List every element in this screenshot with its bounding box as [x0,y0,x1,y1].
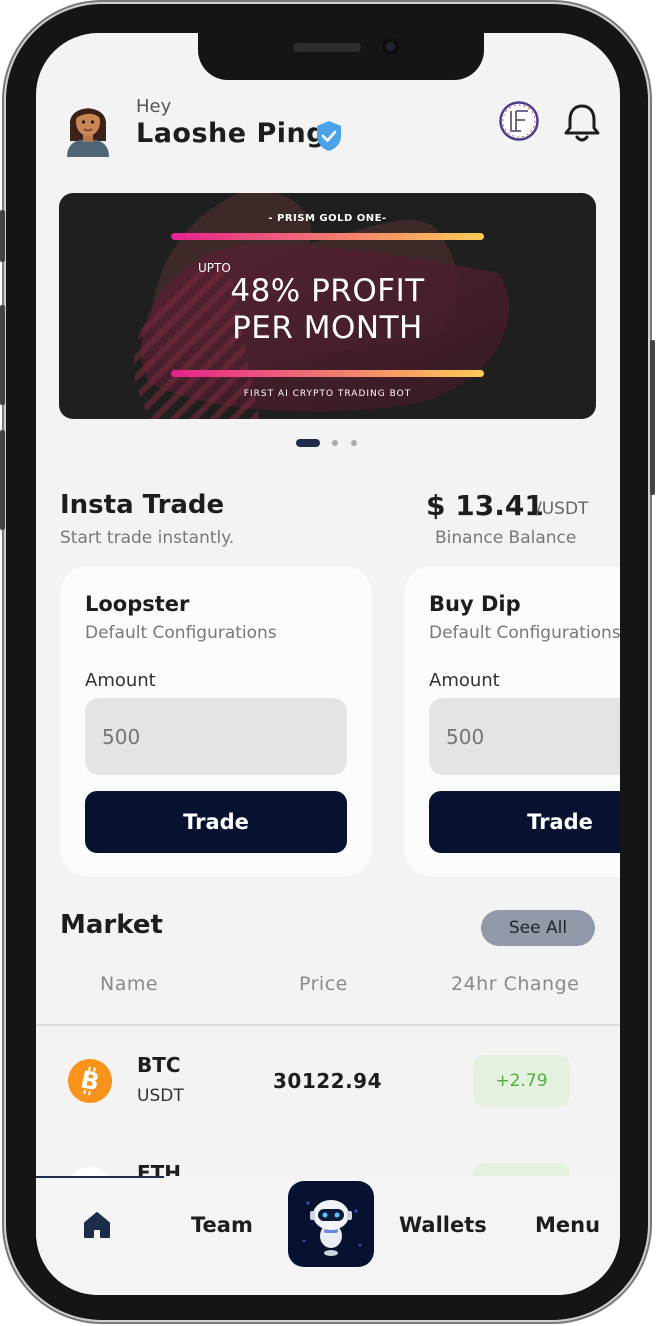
card-title: Buy Dip [429,592,521,616]
carousel-dot-active[interactable] [296,439,320,447]
volume-down-button [0,430,5,530]
balance-unit: /USDT [536,499,589,519]
home-icon[interactable] [81,1209,113,1241]
divider [36,1024,620,1026]
column-header-change: 24hr Change [451,973,580,995]
coin-symbol: BTC [137,1053,181,1077]
market-title: Market [60,910,163,940]
column-header-name: Name [100,973,159,995]
notch [198,33,484,80]
trade-button[interactable]: Trade [85,791,347,853]
column-header-price: Price [299,973,348,995]
banner-bottom-bar [171,370,484,377]
carousel-dot[interactable] [351,440,357,446]
app-screen: Hey Laoshe Ping - PRISM GOLD ONE- UPTO 4… [36,33,620,1295]
banner-footer: FIRST AI CRYPTO TRADING BOT [243,389,412,399]
amount-label: Amount [429,670,500,691]
card-subtitle: Default Configurations [429,623,620,643]
robot-icon[interactable] [288,1181,374,1267]
trade-card-loopster: Loopster Default Configurations Amount T… [60,566,372,877]
coin-quote: USDT [137,1086,184,1106]
mute-switch [0,210,5,262]
camera [382,38,399,55]
amount-input[interactable] [85,698,347,775]
banner-headline-2: PER MONTH [232,310,423,346]
coin-price: 30122.94 [273,1069,383,1093]
banner-headline-1: 48% PROFIT [230,273,425,309]
trade-card-buy-dip: Buy Dip Default Configurations Amount Tr… [404,566,620,877]
greeting: Hey [136,96,172,117]
trade-button[interactable]: Trade [429,791,620,853]
carousel-dot[interactable] [332,440,338,446]
robot-illustration [302,1200,362,1256]
insta-trade-subtitle: Start trade instantly. [60,528,235,548]
avatar[interactable] [64,95,112,157]
balance-amount: $ 13.41 [426,489,544,522]
banner-top-bar [171,233,484,240]
insta-trade-title: Insta Trade [60,490,225,520]
nav-wallets[interactable]: Wallets [399,1213,487,1237]
user-name: Laoshe Ping [136,118,327,149]
notification-bell-icon[interactable] [562,101,602,145]
brand-logo-icon[interactable] [499,101,539,141]
change-badge: +2.79 [473,1055,570,1107]
card-title: Loopster [85,592,190,616]
nav-active-indicator [36,1176,164,1178]
amount-label: Amount [85,670,156,691]
balance-label: Binance Balance [435,528,577,548]
promo-banner[interactable]: - PRISM GOLD ONE- UPTO 48% PROFIT PER MO… [59,193,596,419]
nav-team[interactable]: Team [191,1213,253,1237]
see-all-button[interactable]: See All [481,910,595,946]
power-button [650,340,655,495]
nav-menu[interactable]: Menu [535,1213,600,1237]
bitcoin-icon: B [68,1059,112,1103]
verified-badge-icon [317,121,341,151]
banner-kicker: - PRISM GOLD ONE- [268,213,387,224]
speaker [293,43,361,52]
amount-input[interactable] [429,698,620,775]
volume-up-button [0,305,5,405]
card-subtitle: Default Configurations [85,623,277,643]
